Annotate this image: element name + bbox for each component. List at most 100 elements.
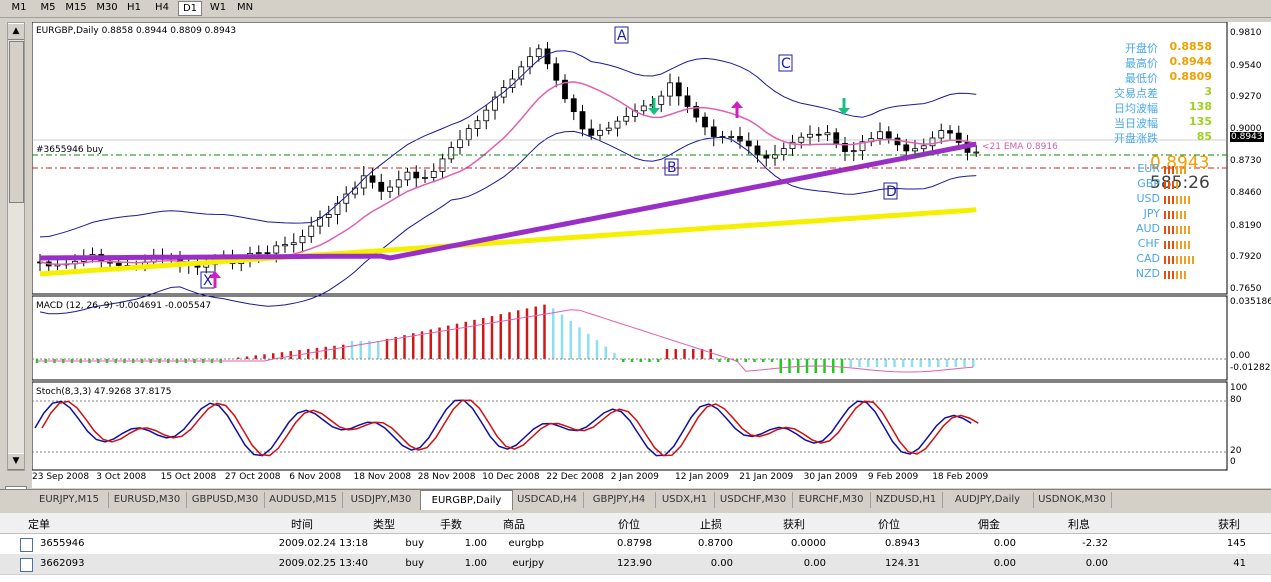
timeframe-d1-button[interactable]: D1 [178,1,202,16]
strength-bar [1164,226,1166,234]
info-value: 0.8858 [1169,40,1212,53]
order-row[interactable]: 3662093 2009.02.25 13:40 buy 1.00 eurjpy 123.… [0,554,1271,575]
currency-code: AUD [1135,222,1160,235]
chart-tab[interactable]: EURUSD,M30 [108,492,187,508]
candle-body [579,111,586,130]
candle-body [553,63,560,81]
currency-code: NZD [1135,267,1160,280]
order-cell: 0.0000 [791,538,826,549]
chart-tab[interactable]: USDCHF,M30 [714,492,793,508]
order-cell: 1.00 [464,558,487,569]
strength-row: CHF [1122,237,1212,251]
date-tick: 3 Oct 2008 [96,472,147,482]
candle-body [483,109,490,122]
candle-body [343,193,350,204]
candle-body [308,225,315,237]
info-value: 0.8944 [1169,55,1212,68]
timeframe-m1-button[interactable]: M1 [5,1,33,15]
chart-tab[interactable]: GBPUSD,M30 [186,492,265,508]
candle-body [395,179,402,188]
candle-body [448,147,455,160]
orders-column-header[interactable]: 利息 [1050,516,1090,532]
chart-tab[interactable]: EURJPY,M15 [30,492,109,508]
candle-body [352,187,358,195]
timeframe-h4-button[interactable]: H4 [150,1,174,15]
timeframe-h1-button[interactable]: H1 [122,1,146,15]
candle-body [535,48,542,58]
orders-column-header[interactable]: 类型 [360,516,395,532]
orders-column-header[interactable]: 价位 [610,516,640,532]
candle-body [947,130,953,134]
candle-body [544,48,551,65]
svg-text:D: D [886,184,897,200]
date-tick: 15 Oct 2008 [160,472,217,482]
timeframe-m30-button[interactable]: M30 [92,1,122,15]
orders-column-header[interactable]: 时间 [223,516,313,532]
chart-tab[interactable]: EURGBP,Daily [420,490,513,510]
chart-tab[interactable]: EURCHF,M30 [792,492,871,508]
orders-column-header[interactable]: 止损 [692,516,722,532]
info-label: 最低价 [1125,72,1158,85]
chart-tab[interactable]: USDJPY,M30 [342,492,421,508]
orders-column-header[interactable]: 商品 [480,516,525,532]
candle-body [737,136,743,142]
order-row[interactable]: 3655946 2009.02.24 13:18 buy 1.00 eurgbp 0.87… [0,534,1271,555]
chart-tab[interactable]: GBPJPY,H4 [583,492,656,508]
price-tick: 0.8460 [1230,188,1262,198]
candle-body [527,56,533,68]
chart-tab[interactable]: USDX,H1 [655,492,715,508]
orders-column-header[interactable]: 价位 [870,516,900,532]
strength-bar [1172,181,1174,189]
strength-row: USD [1122,192,1212,206]
scroll-up-button[interactable]: ▲ [8,23,24,40]
candle-body [675,82,682,97]
order-cell: 1.00 [464,538,487,549]
vertical-scrollbar[interactable]: ▲ ▼ [7,22,25,471]
info-value: 85 [1196,130,1212,143]
chart-tab[interactable]: AUDUSD,M15 [264,492,343,508]
scroll-down-button[interactable]: ▼ [8,453,24,470]
strength-bar [1180,196,1182,204]
svg-text:C: C [781,56,791,72]
strength-bar [1168,241,1170,249]
candle-body [439,158,446,172]
candle-body [115,262,122,266]
chart-window[interactable]: ABCDX EURGBP,Daily 0.8858 0.8944 0.8809 … [32,22,1271,488]
timeframe-m5-button[interactable]: M5 [35,1,61,15]
stoch-panel [32,381,1228,471]
order-cell: 0.00 [993,538,1016,549]
candle-body [824,132,831,136]
orders-column-header[interactable]: 定单 [28,516,50,532]
candle-body [605,127,612,131]
order-cell: eurgbp [508,538,544,549]
strength-bar [1184,271,1186,279]
candle-body [877,131,883,140]
chart-tab[interactable]: USDCAD,H4 [511,492,584,508]
order-cell: 3662093 [40,558,85,569]
strength-bar [1176,226,1178,234]
orders-column-header[interactable]: 获利 [775,516,805,532]
order-cell: eurjpy [512,558,544,569]
strength-bar [1180,271,1182,279]
orders-column-header[interactable]: 佣金 [970,516,1000,532]
timeframe-w1-button[interactable]: W1 [206,1,230,15]
chart-tab[interactable]: NZDUSD,H1 [870,492,943,508]
chart-header: EURGBP,Daily 0.8858 0.8944 0.8809 0.8943 [36,26,237,36]
orders-column-header[interactable]: 手数 [432,516,462,532]
order-cell: 0.8700 [698,538,733,549]
chart-tab[interactable]: AUDJPY,Daily [942,492,1034,508]
strength-row: EUR [1122,162,1212,176]
strength-bar [1168,211,1170,219]
chart-canvas[interactable]: ABCDX [32,22,1271,488]
orders-column-header[interactable]: 获利 [1180,516,1240,532]
info-value: 138 [1189,100,1212,113]
scrollbar-thumb[interactable] [9,41,24,203]
order-line-label: #3655946 buy [36,145,104,155]
timeframe-mn-button[interactable]: MN [234,1,256,15]
wave-label-a: A [614,26,629,44]
price-tick: 0.7920 [1230,252,1262,262]
chart-tab[interactable]: USDNOK,M30 [1033,492,1112,508]
strength-bar [1176,181,1178,189]
timeframe-m15-button[interactable]: M15 [62,1,90,15]
candle-body [728,136,735,138]
